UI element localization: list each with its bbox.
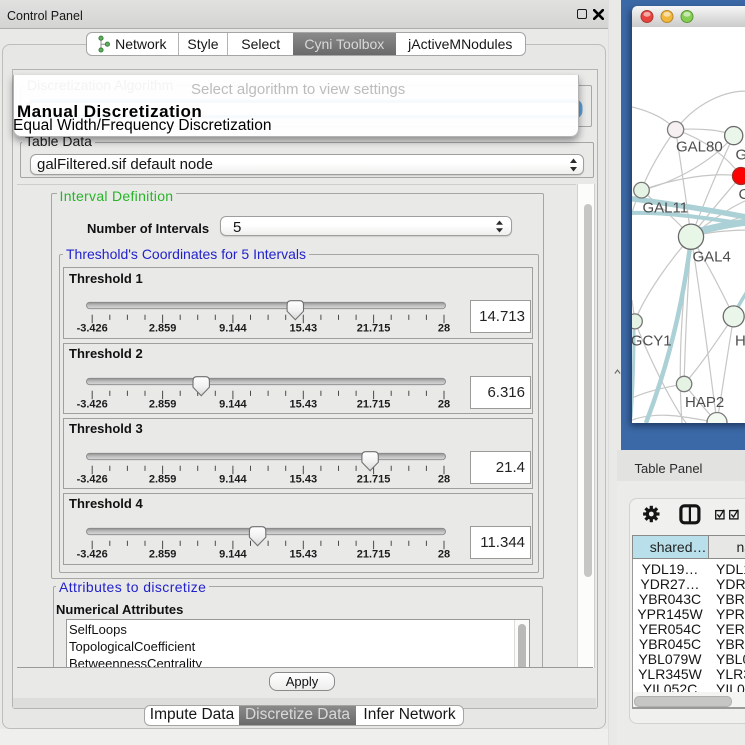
svg-text:-3.426: -3.426 xyxy=(76,549,107,561)
svg-text:15.43: 15.43 xyxy=(289,549,317,561)
svg-text:28: 28 xyxy=(437,473,449,485)
svg-text:GA: GA xyxy=(736,147,745,164)
svg-text:-3.426: -3.426 xyxy=(76,323,107,335)
svg-text:21.715: 21.715 xyxy=(356,473,390,485)
svg-text:28: 28 xyxy=(437,549,449,561)
svg-text:21.715: 21.715 xyxy=(356,323,390,335)
svg-text:CD: CD xyxy=(739,186,745,203)
svg-text:9.144: 9.144 xyxy=(219,398,247,410)
svg-text:HAP2: HAP2 xyxy=(685,394,724,411)
svg-text:15.43: 15.43 xyxy=(289,473,317,485)
svg-text:9.144: 9.144 xyxy=(219,473,247,485)
svg-text:-3.426: -3.426 xyxy=(76,398,107,410)
svg-text:28: 28 xyxy=(437,323,449,335)
svg-text:21.715: 21.715 xyxy=(356,549,390,561)
svg-text:28: 28 xyxy=(437,398,449,410)
svg-text:15.43: 15.43 xyxy=(289,398,317,410)
svg-text:GCY1: GCY1 xyxy=(632,333,672,350)
svg-text:15.43: 15.43 xyxy=(289,323,317,335)
svg-text:2.859: 2.859 xyxy=(148,398,176,410)
svg-text:GAL11: GAL11 xyxy=(643,200,689,217)
svg-text:2.859: 2.859 xyxy=(148,549,176,561)
svg-text:HI: HI xyxy=(735,333,745,350)
svg-text:-3.426: -3.426 xyxy=(76,473,107,485)
svg-text:2.859: 2.859 xyxy=(148,323,176,335)
svg-text:21.715: 21.715 xyxy=(356,398,390,410)
svg-text:9.144: 9.144 xyxy=(219,549,247,561)
svg-text:2.859: 2.859 xyxy=(148,473,176,485)
svg-text:GAL80: GAL80 xyxy=(676,139,723,156)
svg-text:GAL4: GAL4 xyxy=(693,249,731,266)
svg-text:9.144: 9.144 xyxy=(219,323,247,335)
